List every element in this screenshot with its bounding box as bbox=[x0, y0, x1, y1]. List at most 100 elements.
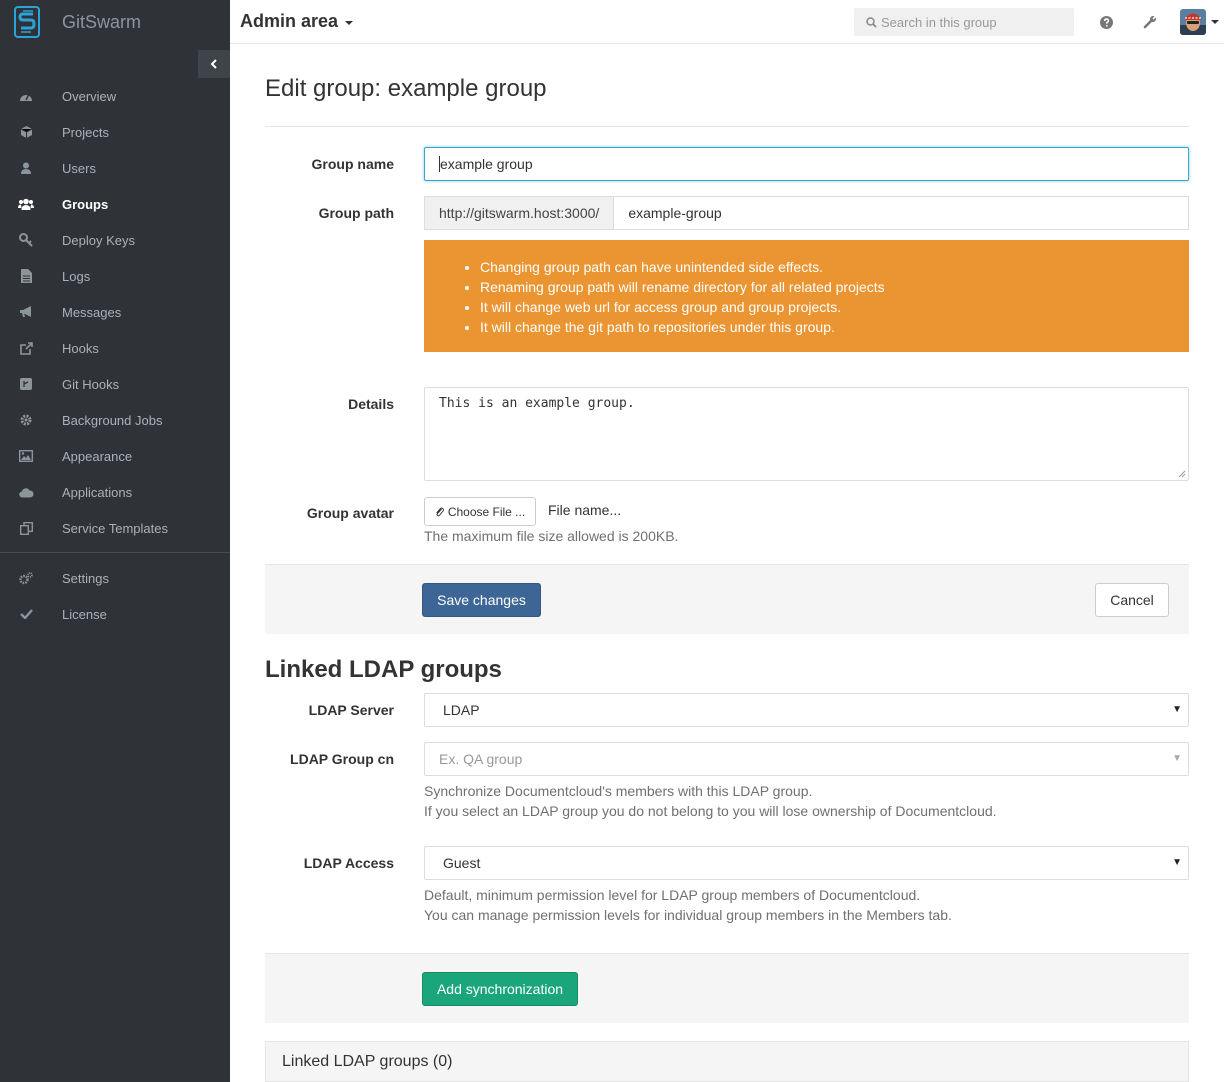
sidebar-item-appearance[interactable]: Appearance bbox=[0, 438, 230, 474]
header-title: Admin area bbox=[240, 11, 339, 31]
check-icon bbox=[18, 606, 34, 622]
sidebar-item-projects[interactable]: Projects bbox=[0, 114, 230, 150]
paperclip-icon bbox=[436, 507, 444, 517]
details-value: This is an example group. bbox=[439, 396, 635, 411]
sidebar-item-license[interactable]: License bbox=[0, 596, 230, 632]
key-icon bbox=[18, 232, 34, 248]
chevron-left-icon bbox=[210, 59, 217, 69]
sidebar-divider bbox=[0, 552, 230, 553]
ldap-access-value: Guest bbox=[443, 855, 481, 871]
save-changes-button[interactable]: Save changes bbox=[422, 583, 541, 617]
sidebar-item-settings[interactable]: Settings bbox=[0, 560, 230, 596]
sidebar-item-label: Settings bbox=[62, 570, 109, 586]
file-name-text: File name... bbox=[548, 502, 622, 518]
sidebar-item-users[interactable]: Users bbox=[0, 150, 230, 186]
ldap-server-value: LDAP bbox=[443, 702, 480, 718]
group-path-field: http://gitswarm.host:3000/ example-group bbox=[424, 196, 1189, 230]
path-warning-alert: Changing group path can have unintended … bbox=[424, 240, 1189, 352]
top-header: Admin area Search in this group bbox=[230, 0, 1224, 44]
group-name-input[interactable]: example group bbox=[424, 147, 1189, 181]
sidebar-item-applications[interactable]: Applications bbox=[0, 474, 230, 510]
sidebar-item-background-jobs[interactable]: Background Jobs bbox=[0, 402, 230, 438]
users-icon bbox=[18, 196, 34, 212]
sidebar-item-label: Groups bbox=[62, 196, 109, 212]
form-actions: Save changes Cancel bbox=[265, 564, 1189, 634]
git-square-icon bbox=[18, 376, 34, 392]
ldap-server-select[interactable]: LDAP ▼ bbox=[424, 693, 1189, 727]
warning-item: It will change the git path to repositor… bbox=[480, 317, 1189, 337]
select-arrow-icon: ▼ bbox=[1172, 704, 1182, 715]
sidebar-item-label: Background Jobs bbox=[62, 412, 163, 428]
cog-icon bbox=[18, 412, 34, 428]
ldap-group-cn-select[interactable]: Ex. QA group ▼ bbox=[424, 742, 1189, 776]
file-text-icon bbox=[18, 268, 34, 284]
ldap-server-label: LDAP Server bbox=[308, 702, 394, 718]
sidebar-item-label: Appearance bbox=[62, 448, 133, 464]
select-arrow-icon: ▼ bbox=[1172, 753, 1182, 764]
copy-icon bbox=[18, 520, 34, 536]
ldap-group-cn-label: LDAP Group cn bbox=[290, 751, 394, 767]
sidebar-nav: Overview Projects Users Groups Deploy Ke… bbox=[0, 78, 230, 632]
group-name-label: Group name bbox=[311, 156, 394, 172]
details-label: Details bbox=[348, 396, 394, 412]
avatar-caret-icon[interactable] bbox=[1211, 20, 1219, 24]
bullhorn-icon bbox=[18, 304, 34, 320]
group-path-input[interactable]: example-group bbox=[613, 196, 1189, 230]
gitswarm-logo-icon bbox=[14, 6, 40, 38]
warning-item: Changing group path can have unintended … bbox=[480, 257, 1189, 277]
brand[interactable]: GitSwarm bbox=[0, 0, 230, 44]
warning-list: Changing group path can have unintended … bbox=[480, 257, 1189, 337]
help-icon[interactable] bbox=[1098, 14, 1114, 30]
help-line: You can manage permission levels for ind… bbox=[424, 907, 952, 923]
page-title: Edit group: example group bbox=[265, 75, 547, 102]
resize-handle-icon[interactable] bbox=[1178, 470, 1186, 478]
warning-item: It will change web url for access group … bbox=[480, 297, 1189, 317]
external-link-icon bbox=[18, 340, 34, 356]
cancel-button[interactable]: Cancel bbox=[1095, 583, 1169, 617]
cloud-icon bbox=[18, 484, 34, 500]
sidebar-item-groups[interactable]: Groups bbox=[0, 186, 230, 222]
ldap-access-select[interactable]: Guest ▼ bbox=[424, 846, 1189, 880]
warning-item: Renaming group path will rename director… bbox=[480, 277, 1189, 297]
ldap-access-label: LDAP Access bbox=[303, 855, 394, 871]
title-divider bbox=[265, 126, 1189, 127]
choose-file-button[interactable]: Choose File ... bbox=[424, 497, 536, 526]
sidebar-item-label: Logs bbox=[62, 268, 91, 284]
choose-file-label: Choose File ... bbox=[447, 504, 526, 519]
add-synchronization-button[interactable]: Add synchronization bbox=[422, 972, 578, 1006]
sidebar-item-service-templates[interactable]: Service Templates bbox=[0, 510, 230, 546]
sidebar-item-hooks[interactable]: Hooks bbox=[0, 330, 230, 366]
caret-down-icon bbox=[345, 20, 354, 25]
group-name-value: example group bbox=[440, 156, 533, 172]
sidebar-item-label: Projects bbox=[62, 124, 109, 140]
sidebar-item-label: Users bbox=[62, 160, 96, 176]
ldap-group-cn-placeholder: Ex. QA group bbox=[439, 751, 523, 767]
help-line: Synchronize Documentcloud's members with… bbox=[424, 783, 813, 799]
search-icon bbox=[866, 16, 877, 28]
ldap-access-help: Default, minimum permission level for LD… bbox=[424, 885, 952, 925]
wrench-icon[interactable] bbox=[1142, 14, 1158, 30]
group-avatar-label: Group avatar bbox=[306, 505, 394, 521]
cube-icon bbox=[18, 124, 34, 140]
search-input[interactable]: Search in this group bbox=[854, 8, 1074, 36]
collapse-sidebar-button[interactable] bbox=[198, 50, 230, 78]
group-path-prefix: http://gitswarm.host:3000/ bbox=[424, 196, 614, 230]
sidebar-item-label: Hooks bbox=[62, 340, 99, 356]
admin-area-dropdown[interactable]: Admin area bbox=[240, 11, 354, 32]
ldap-form-actions: Add synchronization bbox=[265, 953, 1189, 1023]
sidebar-item-label: Service Templates bbox=[62, 520, 168, 536]
panel-title: Linked LDAP groups (0) bbox=[282, 1052, 453, 1070]
help-line: If you select an LDAP group you do not b… bbox=[424, 803, 997, 819]
help-line: Default, minimum permission level for LD… bbox=[424, 887, 921, 903]
sidebar-item-deploy-keys[interactable]: Deploy Keys bbox=[0, 222, 230, 258]
sidebar-item-git-hooks[interactable]: Git Hooks bbox=[0, 366, 230, 402]
sidebar-item-overview[interactable]: Overview bbox=[0, 78, 230, 114]
sidebar-item-label: Overview bbox=[62, 88, 117, 104]
sidebar-item-logs[interactable]: Logs bbox=[0, 258, 230, 294]
user-icon bbox=[18, 160, 34, 176]
sidebar-item-messages[interactable]: Messages bbox=[0, 294, 230, 330]
sidebar-item-label: Applications bbox=[62, 484, 133, 500]
details-textarea[interactable]: This is an example group. bbox=[424, 387, 1189, 481]
sidebar-item-label: Messages bbox=[62, 304, 122, 320]
avatar[interactable] bbox=[1180, 9, 1206, 35]
